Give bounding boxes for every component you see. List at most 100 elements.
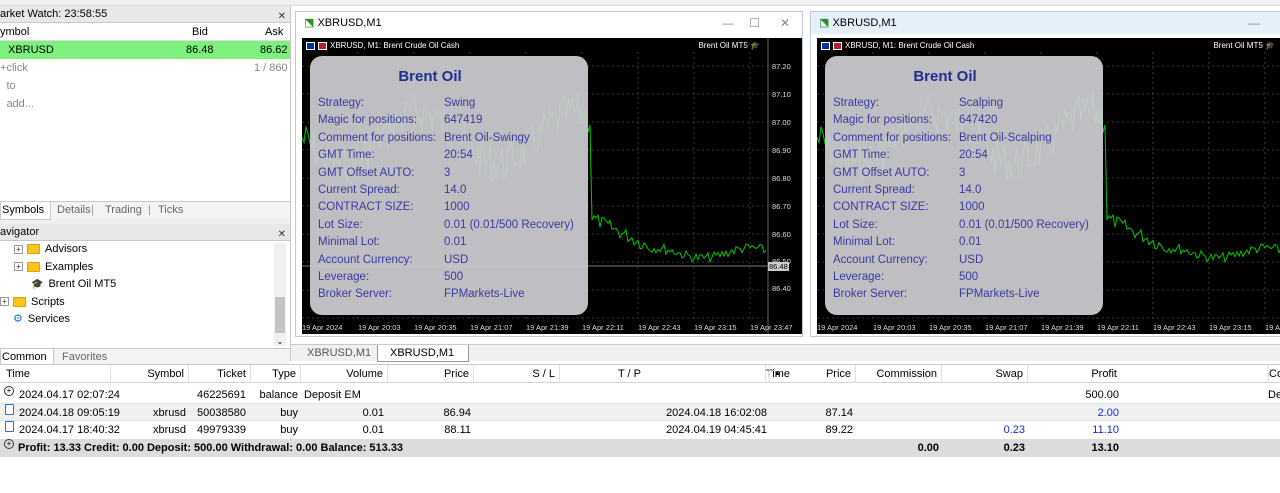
nav-advisors[interactable]: + Advisors [0,241,290,259]
info-value: 647420 [959,114,998,127]
col-volume[interactable]: Volume [300,365,387,383]
chart-window-title: XBRUSD,M1 [317,17,382,29]
price-tick: 86.40 [772,284,791,293]
col-sl[interactable]: S / L [473,365,559,383]
expand-icon[interactable]: + [14,244,23,254]
history-summary-row: + Profit: 13.33 Credit: 0.00 Deposit: 50… [0,439,1280,457]
col-close-price[interactable]: Price [769,365,855,383]
col-symbol[interactable]: ymbol [0,23,29,41]
folder-icon [13,296,26,307]
time-tick: 19 Apr 21:07 [470,323,513,332]
chart-window-titlebar[interactable]: ⬔ XBRUSD,M1 — [811,12,1280,34]
tab-ticks[interactable]: Ticks [158,202,183,219]
gear-icon: ⚙ [13,313,23,325]
history-row[interactable]: 2024.04.18 09:05:19 xbrusd 50038580 buy … [0,403,1280,421]
ea-info-title: Brent Oil [398,68,462,85]
info-label: CONTRACT SIZE: [318,201,414,214]
price-tick: 86.70 [772,202,791,211]
symbol-ask: 86.62 [260,44,288,56]
price-tick: 86.90 [772,146,791,155]
price-chart[interactable]: XBRUSD, M1: Brent Crude Oil Cash Brent O… [817,38,1280,334]
col-price[interactable]: Price [387,365,473,383]
tab-chart-1[interactable]: XBRUSD,M1 [295,345,383,362]
chart-icon: ⬔ [819,17,830,29]
navigator-tree: + Advisors + Examples 🎓 Brent Oil MT5 + Scri… [0,241,290,348]
tab-details[interactable]: Details [57,202,91,219]
ea-brand-label: Brent Oil MT5 🎓 [698,41,760,50]
info-value: 20:54 [444,149,473,162]
col-time[interactable]: Time [6,365,30,383]
minimize-icon[interactable]: — [722,12,734,34]
info-label: Strategy: [833,97,880,109]
info-value: Swing [444,97,476,109]
add-symbol-label: click to add... [6,62,34,110]
market-watch-title: arket Watch: 23:58:55 [0,8,108,20]
navigator-scrollbar[interactable]: ⌄ [274,243,286,346]
ea-brand-label: Brent Oil MT5 🎓 [1213,41,1275,50]
col-tp[interactable]: T / P [559,365,645,383]
col-type[interactable]: Type [250,365,300,383]
summary-profit: 13.10 [1091,442,1119,454]
info-label: Minimal Lot: [833,236,895,249]
history-header-row: Time Symbol Ticket Type Volume Price S /… [0,365,1280,383]
time-tick: 19 Apr 22:43 [1153,323,1196,332]
col-profit[interactable]: Profit [1027,365,1121,383]
time-tick: 19 Apr 20:03 [873,323,916,332]
time-tick: 19 Apr 20:35 [929,323,972,332]
tab-symbols[interactable]: Symbols [0,202,52,220]
info-value: 647419 [444,114,483,127]
market-watch-columns: ymbol Bid Ask [0,23,290,41]
price-tick: 86.80 [772,174,791,183]
time-tick: 19 Apr 21:39 [1041,323,1084,332]
maximize-icon[interactable]: ☐ [749,12,760,34]
navigator-header: avigator ✕ [0,224,290,241]
close-icon[interactable]: ✕ [780,12,790,34]
col-bid[interactable]: Bid [192,23,208,41]
history-row[interactable]: 2024.04.17 18:40:32 xbrusd 49979339 buy … [0,421,1280,439]
price-chart[interactable]: XBRUSD, M1: Brent Crude Oil Cash Brent O… [302,38,802,334]
time-tick: 19 Apr 23:47 [750,323,793,332]
info-label: Account Currency: [833,253,928,266]
info-value: 0.01 (0.01/500 Recovery) [444,218,574,231]
nav-examples[interactable]: + Examples [0,259,290,277]
nav-scripts[interactable]: + Scripts [0,294,290,312]
col-ask[interactable]: Ask [265,23,283,41]
info-value: USD [444,253,469,266]
minimize-icon[interactable]: — [1248,12,1260,34]
col-comment[interactable]: Co [1268,365,1280,383]
col-commission[interactable]: Commission [855,365,941,383]
chart-window-2[interactable]: ⬔ XBRUSD,M1 — XBRUSD, M1: Brent Crude Oi… [810,11,1280,337]
info-value: 14.0 [959,184,982,196]
info-label: Broker Server: [318,288,393,301]
info-label: GMT Offset AUTO: [833,166,930,179]
symbol-row-xbrusd[interactable]: XBRUSD 86.48 86.62 [0,41,290,59]
flag-icon [306,41,315,50]
time-tick: 19 Apr 20:03 [358,323,401,332]
col-swap[interactable]: Swap [941,365,1027,383]
history-row[interactable]: + 2024.04.17 02:07:24 46225691 balance D… [0,386,1280,404]
nav-services[interactable]: ⚙ Services [0,311,290,329]
info-label: GMT Time: [318,149,375,162]
chart-window-1[interactable]: ⬔ XBRUSD,M1 — ☐ ✕ XBRUSD, M1: Brent Crud… [295,11,803,337]
col-ticket[interactable]: Ticket [188,365,250,383]
time-tick: 19 Apr 23:4 [1265,323,1280,332]
summary-swap: 0.23 [1003,442,1025,454]
col-symbol[interactable]: Symbol [110,365,188,383]
nav-brent-oil-mt5[interactable]: 🎓 Brent Oil MT5 [0,276,290,294]
expand-icon[interactable]: + [14,262,23,272]
balance-icon: + [4,386,14,396]
chart-window-title: XBRUSD,M1 [832,17,897,29]
chevron-down-icon[interactable]: ⌄ [274,337,286,346]
info-value: 3 [959,166,966,179]
info-label: Lot Size: [318,218,363,231]
time-tick: 19 Apr 22:11 [582,323,624,332]
info-label: Comment for positions: [318,131,437,144]
tab-chart-2[interactable]: XBRUSD,M1 [377,345,469,362]
tab-trading[interactable]: Trading [105,202,142,219]
add-symbol-row[interactable]: + click to add... 1 / 860 [0,59,290,110]
expert-advisor-icon: 🎓 [31,279,44,290]
chart-window-titlebar[interactable]: ⬔ XBRUSD,M1 — ☐ ✕ [296,12,802,34]
price-tick: 87.20 [772,62,791,71]
scroll-thumb[interactable] [275,297,285,333]
expand-icon[interactable]: + [0,297,9,307]
